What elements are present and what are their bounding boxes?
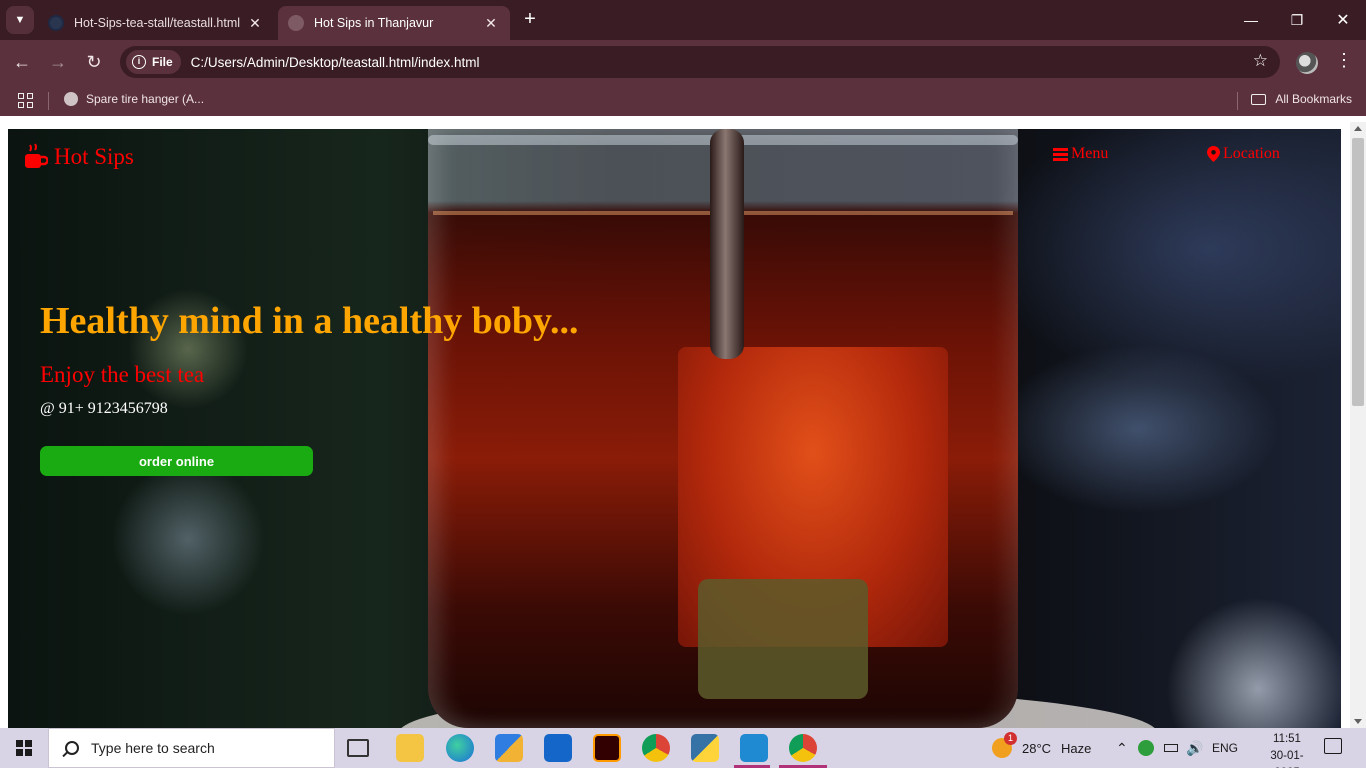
vscode-icon[interactable] xyxy=(740,734,768,762)
task-view-icon[interactable] xyxy=(347,739,369,757)
contact-phone: @ 91+ 9123456798 xyxy=(40,400,168,417)
windows-taskbar: Type here to search 1 28°C Haze ⌃ 🔊 ENG … xyxy=(0,728,1366,768)
battery-icon[interactable] xyxy=(1164,728,1178,768)
chrome-profile-icon[interactable] xyxy=(789,734,817,762)
restore-button[interactable]: ❐ xyxy=(1274,0,1320,40)
illustrator-icon[interactable] xyxy=(593,734,621,762)
globe-icon xyxy=(64,92,78,106)
minimize-button[interactable]: — xyxy=(1228,0,1274,40)
bookmark-star-icon[interactable]: ☆ xyxy=(1253,51,1268,71)
forward-button[interactable]: → xyxy=(44,48,72,76)
hamburger-icon xyxy=(1053,148,1068,161)
weather-condition: Haze xyxy=(1061,740,1092,756)
reload-button[interactable]: ↻ xyxy=(80,48,108,76)
close-tab-icon[interactable]: ✕ xyxy=(246,15,264,32)
github-icon xyxy=(48,15,64,31)
windows-logo-icon xyxy=(16,740,32,756)
site-info-chip[interactable]: i File xyxy=(126,50,181,74)
all-bookmarks-label: All Bookmarks xyxy=(1275,92,1352,106)
tea-leaves-image xyxy=(698,579,868,699)
info-icon: i xyxy=(132,55,146,69)
show-hidden-icons-button[interactable]: ⌃ xyxy=(1116,728,1128,768)
taskbar-search-box[interactable]: Type here to search xyxy=(48,728,335,768)
tab-search-button[interactable]: ▼ xyxy=(6,6,34,34)
order-online-button[interactable]: order online xyxy=(40,446,313,476)
folder-icon xyxy=(1251,93,1267,105)
browser-tab-1[interactable]: Hot-Sips-tea-stall/teastall.html ✕ xyxy=(38,6,274,40)
clock-time: 11:51 xyxy=(1273,733,1301,745)
bookmarks-bar: Spare tire hanger (A... All Bookmarks xyxy=(0,84,1366,116)
hero-section: Hot Sips Menu Location Healthy mind in a… xyxy=(8,129,1341,728)
outlook-icon[interactable] xyxy=(544,734,572,762)
tab-title: Hot Sips in Thanjavur xyxy=(314,16,434,30)
chrome-icon[interactable] xyxy=(642,734,670,762)
tab-title: Hot-Sips-tea-stall/teastall.html xyxy=(74,16,241,30)
hero-title: Healthy mind in a healthy boby... xyxy=(40,300,579,342)
file-explorer-icon[interactable] xyxy=(396,734,424,762)
battery-shape xyxy=(1164,744,1178,752)
nav-location-label: Location xyxy=(1223,145,1280,162)
tray-app-icon[interactable] xyxy=(1138,728,1154,768)
weather-widget[interactable]: 1 28°C Haze xyxy=(992,728,1091,768)
scrollbar-thumb[interactable] xyxy=(1352,138,1364,406)
page-viewport: Hot Sips Menu Location Healthy mind in a… xyxy=(0,116,1366,728)
microsoft-store-icon[interactable] xyxy=(495,734,523,762)
browser-tab-strip: ▼ Hot-Sips-tea-stall/teastall.html ✕ Hot… xyxy=(0,0,1366,40)
scroll-up-arrow[interactable] xyxy=(1354,126,1362,131)
edge-browser-icon[interactable] xyxy=(446,734,474,762)
bookmark-label: Spare tire hanger (A... xyxy=(86,92,205,106)
security-icon xyxy=(1138,740,1154,756)
url-text[interactable]: C:/Users/Admin/Desktop/teastall.html/ind… xyxy=(191,55,480,70)
new-tab-button[interactable]: + xyxy=(518,8,542,32)
scroll-down-arrow[interactable] xyxy=(1354,719,1362,724)
browser-menu-icon[interactable]: ⋮ xyxy=(1334,50,1354,71)
language-indicator[interactable]: ENG xyxy=(1212,728,1238,768)
map-pin-icon xyxy=(1207,146,1220,162)
notification-center-icon[interactable] xyxy=(1324,738,1342,754)
bookmarks-divider xyxy=(48,92,49,110)
profile-avatar[interactable] xyxy=(1296,52,1318,74)
nav-location-link[interactable]: Location xyxy=(1207,145,1280,163)
start-button[interactable] xyxy=(0,728,48,768)
search-icon xyxy=(65,741,79,755)
globe-icon xyxy=(288,15,304,31)
address-bar[interactable]: i File C:/Users/Admin/Desktop/teastall.h… xyxy=(120,46,1280,78)
apps-grid-icon[interactable] xyxy=(18,93,34,109)
brand-name: Hot Sips xyxy=(54,144,134,169)
bookmark-item[interactable]: Spare tire hanger (A... xyxy=(64,92,204,106)
back-button[interactable]: ← xyxy=(8,48,36,76)
weather-haze-icon: 1 xyxy=(992,732,1017,758)
weather-temp: 28°C xyxy=(1022,740,1052,756)
page-scrollbar[interactable] xyxy=(1350,122,1366,728)
nav-menu-label: Menu xyxy=(1071,145,1109,162)
chevron-down-icon: ▼ xyxy=(14,14,26,26)
close-tab-icon[interactable]: ✕ xyxy=(482,15,500,32)
browser-tab-2[interactable]: Hot Sips in Thanjavur ✕ xyxy=(278,6,510,40)
volume-icon[interactable]: 🔊 xyxy=(1186,728,1203,768)
system-clock[interactable]: 11:51 30-01-2025 xyxy=(1262,731,1312,768)
weather-badge: 1 xyxy=(1004,732,1017,745)
taskbar-search-placeholder: Type here to search xyxy=(91,740,215,756)
close-window-button[interactable]: ✕ xyxy=(1320,0,1366,40)
all-bookmarks-button[interactable]: All Bookmarks xyxy=(1251,92,1352,106)
site-logo[interactable]: Hot Sips xyxy=(24,143,134,171)
bookmarks-divider xyxy=(1237,92,1238,110)
site-navbar: Hot Sips Menu Location xyxy=(8,129,1341,189)
hero-subtitle: Enjoy the best tea xyxy=(40,362,205,387)
nav-menu-link[interactable]: Menu xyxy=(1053,145,1108,163)
coffee-cup-icon xyxy=(25,143,48,168)
python-icon[interactable] xyxy=(691,734,719,762)
language-label: ENG xyxy=(1212,741,1239,755)
chip-label: File xyxy=(152,55,173,69)
clock-date: 30-01-2025 xyxy=(1270,750,1304,768)
